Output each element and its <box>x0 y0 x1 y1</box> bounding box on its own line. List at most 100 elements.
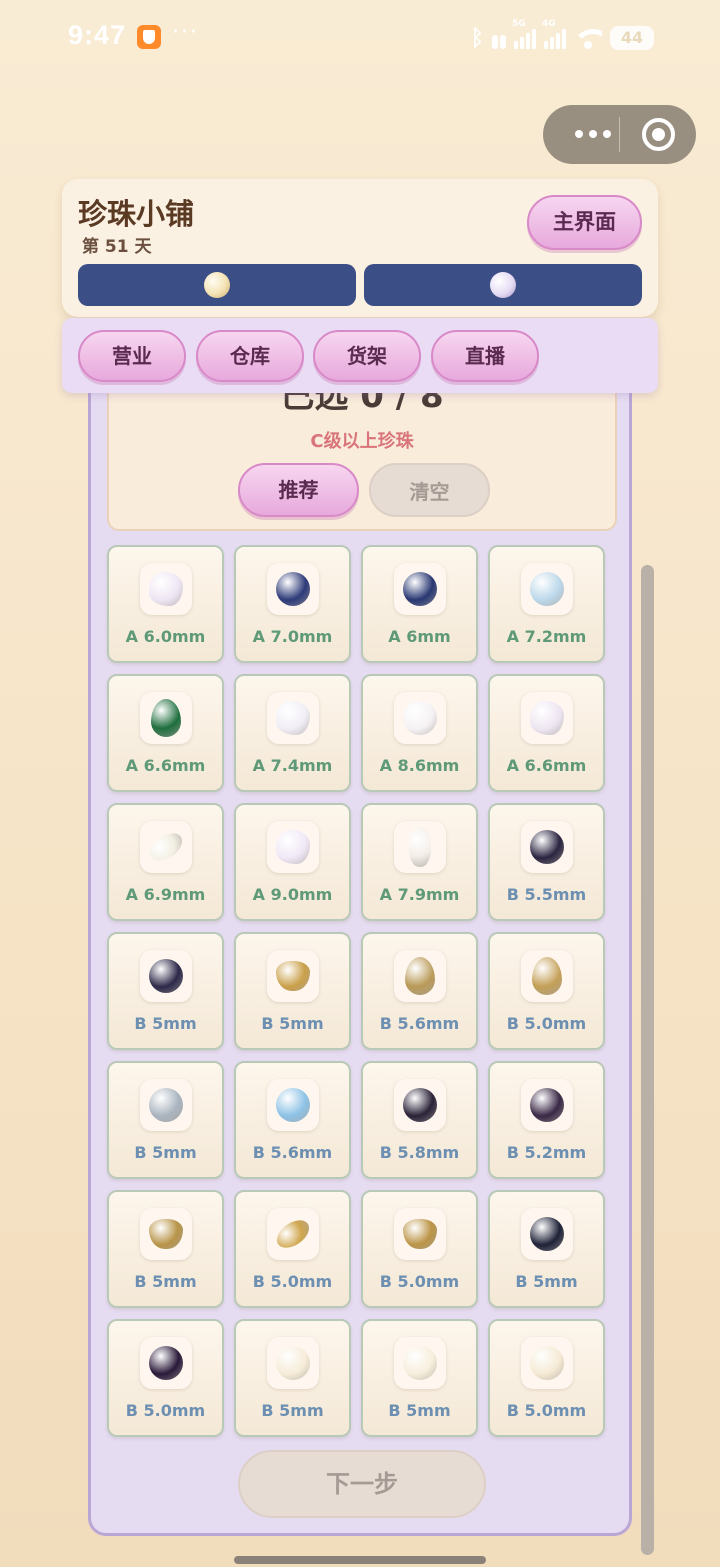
selection-summary: 已选 0 / 8 C级以上珍珠 推荐 清空 <box>107 390 617 531</box>
pearl-icon <box>266 1079 319 1131</box>
pearl-label: B 5mm <box>261 1014 324 1033</box>
pearl-card[interactable]: B 5mm <box>234 1319 351 1437</box>
pearl-icon <box>139 1208 192 1260</box>
capsule-divider <box>619 117 620 152</box>
pearl-card[interactable]: A 6mm <box>361 545 478 663</box>
pearl-card[interactable]: B 5.0mm <box>488 1319 605 1437</box>
next-step-button[interactable]: 下一步 <box>238 1450 486 1518</box>
pearl-label: A 6.6mm <box>125 756 206 775</box>
pearl-icon <box>520 1208 573 1260</box>
battery-icon: 44 <box>610 26 654 50</box>
main-menu-button[interactable]: 主界面 <box>527 195 642 250</box>
pearl-card[interactable]: B 5mm <box>107 1190 224 1308</box>
pearl-card[interactable]: A 7.2mm <box>488 545 605 663</box>
pearl-icon <box>520 563 573 615</box>
pearl-card[interactable]: B 5mm <box>234 932 351 1050</box>
pearl-icon <box>520 1337 573 1389</box>
pearl-card[interactable]: A 8.6mm <box>361 674 478 792</box>
pearl-label: B 5.2mm <box>506 1143 587 1162</box>
home-indicator[interactable] <box>234 1556 486 1564</box>
resource-bar-pearl <box>78 264 356 306</box>
pearl-card[interactable]: A 6.6mm <box>488 674 605 792</box>
pearl-icon <box>520 950 573 1002</box>
pearl-label: A 6.9mm <box>125 885 206 904</box>
pearl-label: A 7.4mm <box>252 756 333 775</box>
pearl-card[interactable]: B 5mm <box>107 1061 224 1179</box>
pearl-card[interactable]: B 5.0mm <box>488 932 605 1050</box>
earbuds-icon <box>492 27 506 49</box>
pearl-label: B 5.6mm <box>252 1143 333 1162</box>
shop-header: 珍珠小铺 第 51 天 主界面 <box>62 179 658 317</box>
pearl-card[interactable]: B 5mm <box>488 1190 605 1308</box>
pearl-card[interactable]: B 5.6mm <box>234 1061 351 1179</box>
pearl-card[interactable]: B 5mm <box>107 932 224 1050</box>
pearl-label: A 7.2mm <box>506 627 587 646</box>
pearl-icon <box>393 821 446 873</box>
pearl-card[interactable]: A 7.4mm <box>234 674 351 792</box>
recommend-button[interactable]: 推荐 <box>238 463 359 517</box>
pearl-label: B 5mm <box>134 1143 197 1162</box>
pearl-label: A 6mm <box>388 627 451 646</box>
scrollbar[interactable] <box>641 565 654 1555</box>
pearl-card[interactable]: B 5.0mm <box>107 1319 224 1437</box>
pearl-label: B 5mm <box>134 1272 197 1291</box>
pearl-grid: A 6.0mm A 7.0mm A 6mm A 7.2mm A 6.6mm A 7.4mm… <box>107 545 607 1437</box>
pearl-card[interactable]: B 5.6mm <box>361 932 478 1050</box>
pearl-card[interactable]: B 5.0mm <box>234 1190 351 1308</box>
clear-button[interactable]: 清空 <box>369 463 490 517</box>
pearl-card[interactable]: B 5mm <box>361 1319 478 1437</box>
pearl-card[interactable]: B 5.0mm <box>361 1190 478 1308</box>
pearl-icon <box>520 1079 573 1131</box>
pearl-card[interactable]: A 9.0mm <box>234 803 351 921</box>
selected-count: 已选 0 / 8 <box>280 390 444 416</box>
pearl-card[interactable]: B 5.8mm <box>361 1061 478 1179</box>
more-notifications-icon: ··· <box>172 20 199 45</box>
pearl-card[interactable]: A 6.9mm <box>107 803 224 921</box>
wifi-icon <box>574 27 602 49</box>
tab-shelf[interactable]: 货架 <box>313 330 421 382</box>
tab-business[interactable]: 营业 <box>78 330 186 382</box>
gold-pearl-icon <box>204 272 230 298</box>
pearl-label: B 5mm <box>388 1401 451 1420</box>
pearl-label: A 8.6mm <box>379 756 460 775</box>
pearl-icon <box>393 692 446 744</box>
pearl-icon <box>393 1337 446 1389</box>
pearl-label: B 5mm <box>515 1272 578 1291</box>
tab-warehouse[interactable]: 仓库 <box>196 330 304 382</box>
miniprogram-capsule <box>543 105 696 164</box>
shop-title: 珍珠小铺 <box>78 197 195 231</box>
pearl-card[interactable]: A 7.9mm <box>361 803 478 921</box>
pearl-label: B 5.8mm <box>379 1143 460 1162</box>
pearl-icon <box>393 563 446 615</box>
pearl-label: A 9.0mm <box>252 885 333 904</box>
status-bar: 9:47 ··· ᛒ 5G 4G 44 <box>0 0 720 76</box>
pearl-card[interactable]: B 5.2mm <box>488 1061 605 1179</box>
close-miniprogram-icon[interactable] <box>642 118 675 151</box>
pearl-icon <box>393 950 446 1002</box>
pearl-icon <box>520 692 573 744</box>
pearl-card[interactable]: A 6.0mm <box>107 545 224 663</box>
pearl-icon <box>266 1208 319 1260</box>
pearl-icon <box>266 821 319 873</box>
pearl-icon <box>139 1079 192 1131</box>
status-time: 9:47 <box>68 20 127 50</box>
pearl-icon <box>266 1337 319 1389</box>
app-notification-icon <box>137 25 161 49</box>
pearl-icon <box>520 821 573 873</box>
pearl-icon <box>139 950 192 1002</box>
pearl-icon <box>393 1079 446 1131</box>
pearl-card[interactable]: A 6.6mm <box>107 674 224 792</box>
pearl-card[interactable]: B 5.5mm <box>488 803 605 921</box>
signal-4g-icon: 4G <box>542 19 566 49</box>
pearl-icon <box>266 950 319 1002</box>
bluetooth-icon: ᛒ <box>470 25 484 51</box>
pearl-icon <box>266 563 319 615</box>
tab-livestream[interactable]: 直播 <box>431 330 539 382</box>
pearl-card[interactable]: A 7.0mm <box>234 545 351 663</box>
pearl-label: B 5.0mm <box>379 1272 460 1291</box>
more-options-icon[interactable] <box>565 119 620 149</box>
pearl-label: B 5.0mm <box>506 1014 587 1033</box>
pearl-label: B 5.5mm <box>506 885 587 904</box>
pearl-icon <box>266 692 319 744</box>
pearl-selection-panel: 已选 0 / 8 C级以上珍珠 推荐 清空 A 6.0mm A 7.0mm A 6m… <box>88 390 632 1536</box>
